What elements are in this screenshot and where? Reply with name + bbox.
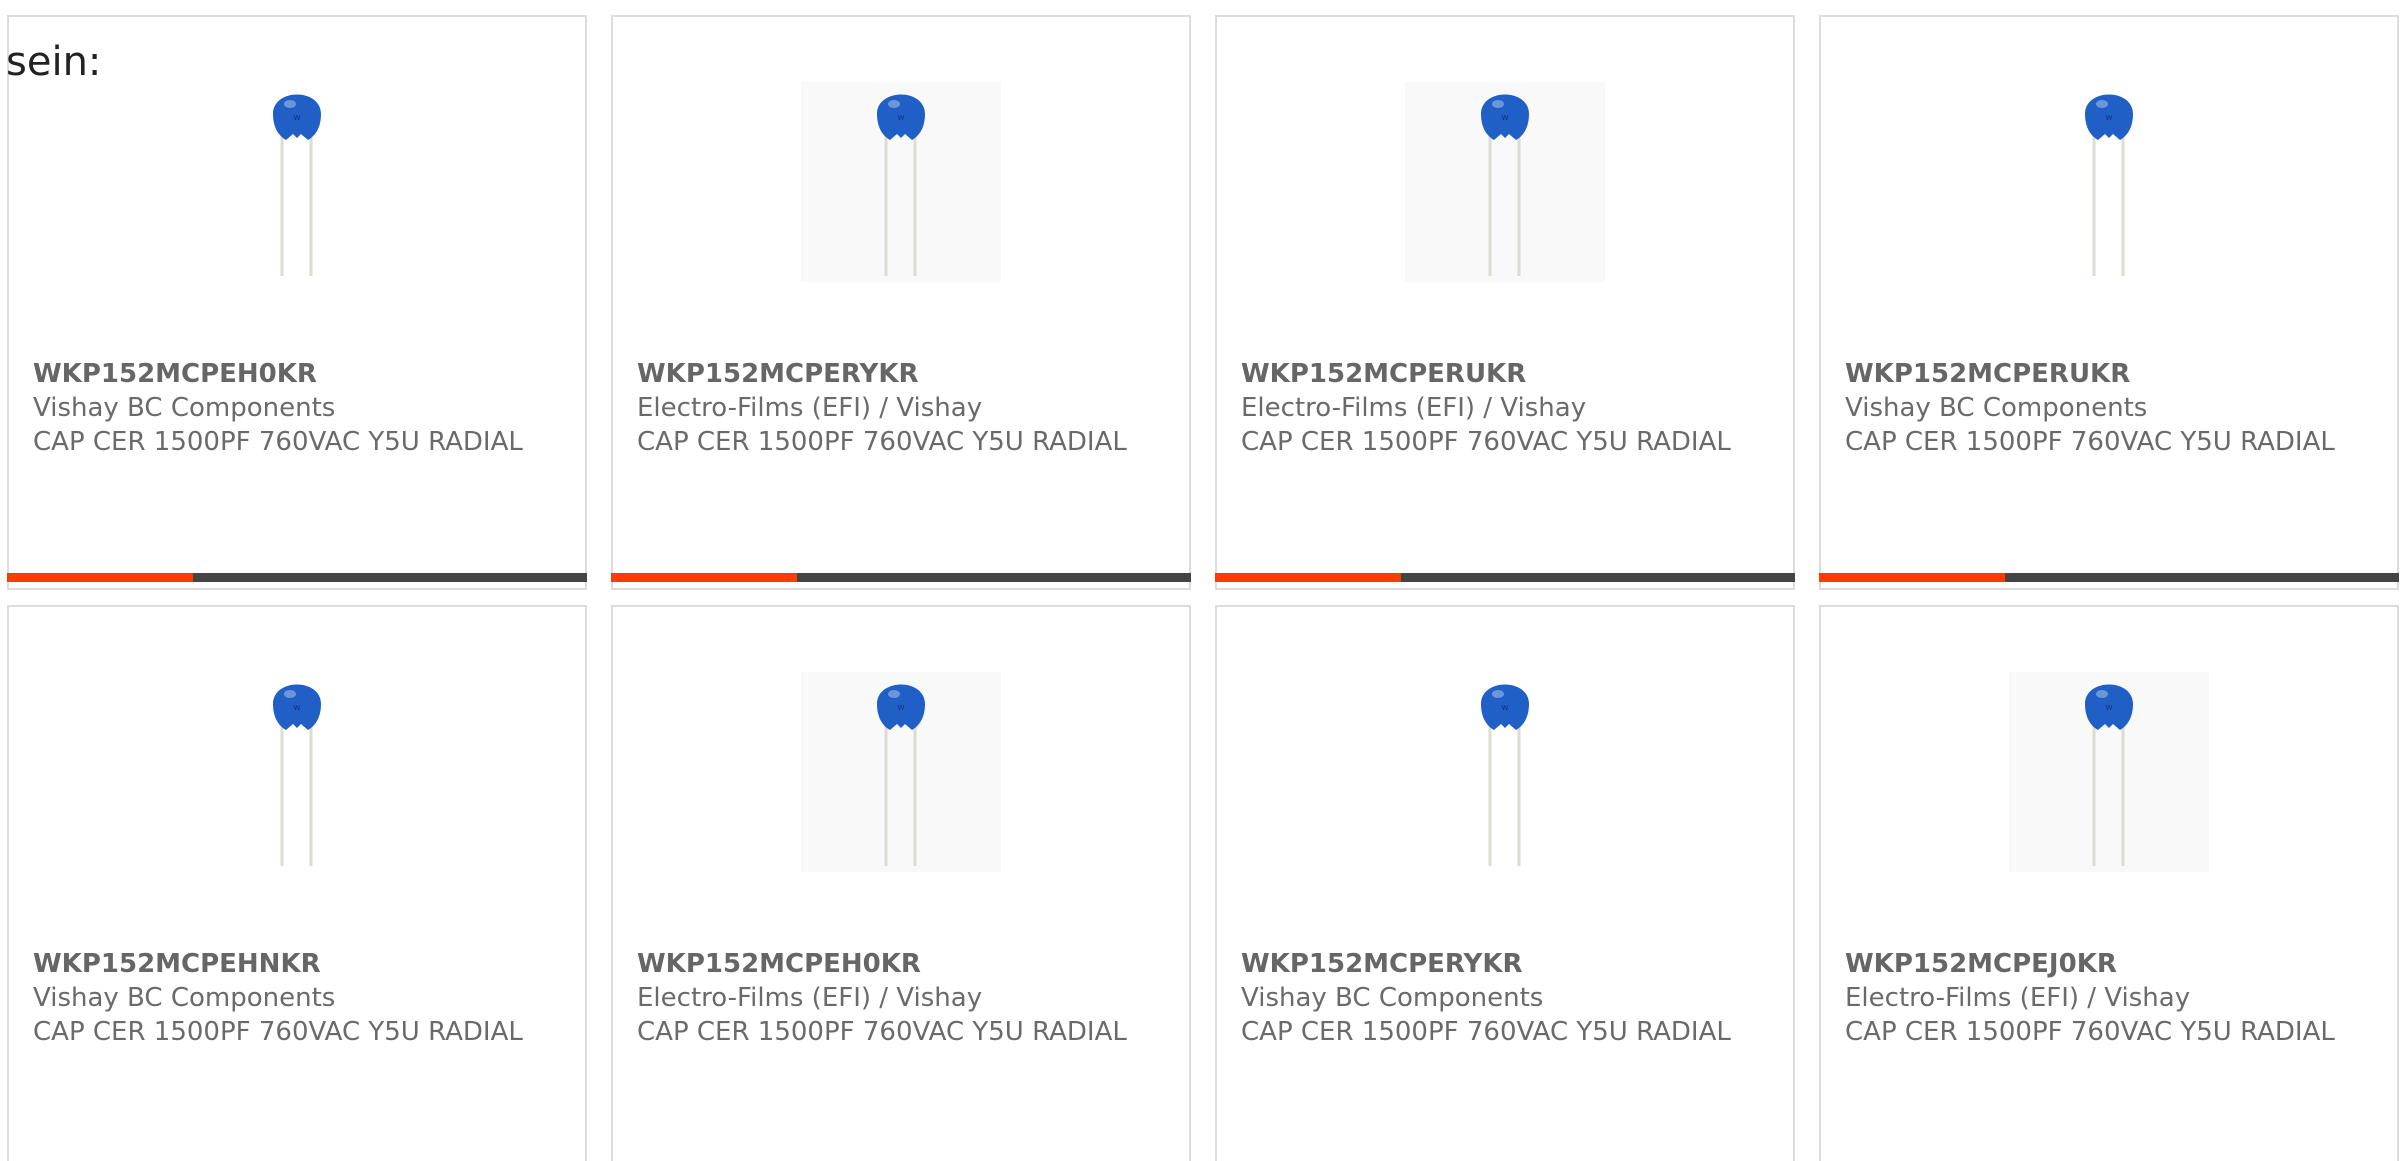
manufacturer: Vishay BC Components	[33, 983, 336, 1013]
manufacturer: Electro-Films (EFI) / Vishay	[637, 983, 983, 1013]
manufacturer: Vishay BC Components	[1845, 393, 2148, 423]
part-number[interactable]: WKP152MCPERUKR	[1241, 357, 1781, 391]
product-description: CAP CER 1500PF 760VAC Y5U RADIAL	[1241, 1017, 1731, 1047]
part-number[interactable]: WKP152MCPERYKR	[1241, 947, 1781, 981]
svg-text:w: w	[897, 703, 904, 713]
product-description: CAP CER 1500PF 760VAC Y5U RADIAL	[33, 1017, 523, 1047]
product-info: WKP152MCPEH0KR Vishay BC Components CAP …	[33, 357, 573, 459]
svg-text:w: w	[293, 703, 300, 713]
progress-fill	[7, 573, 193, 582]
svg-text:w: w	[1501, 703, 1508, 713]
product-info: WKP152MCPERYKR Vishay BC Components CAP …	[1241, 947, 1781, 1049]
manufacturer: Vishay BC Components	[1241, 983, 1544, 1013]
ceramic-capacitor-icon: w	[197, 672, 397, 872]
ceramic-capacitor-icon: w	[197, 82, 397, 282]
part-number[interactable]: WKP152MCPEH0KR	[33, 357, 573, 391]
product-description: CAP CER 1500PF 760VAC Y5U RADIAL	[33, 427, 523, 457]
ceramic-capacitor-icon: w	[801, 82, 1001, 282]
product-info: WKP152MCPERUKR Electro-Films (EFI) / Vis…	[1241, 357, 1781, 459]
manufacturer: Vishay BC Components	[33, 393, 336, 423]
product-card[interactable]: w WKP152MCPERYKR Electro-Films (EFI) / V…	[611, 15, 1191, 590]
progress-bar	[1215, 573, 1795, 582]
product-info: WKP152MCPEHNKR Vishay BC Components CAP …	[33, 947, 573, 1049]
product-description: CAP CER 1500PF 760VAC Y5U RADIAL	[637, 427, 1127, 457]
product-info: WKP152MCPEJ0KR Electro-Films (EFI) / Vis…	[1845, 947, 2385, 1049]
ceramic-capacitor-icon: w	[2009, 82, 2209, 282]
product-description: CAP CER 1500PF 760VAC Y5U RADIAL	[637, 1017, 1127, 1047]
product-card[interactable]: w WKP152MCPERUKR Electro-Films (EFI) / V…	[1215, 15, 1795, 590]
part-number[interactable]: WKP152MCPERUKR	[1845, 357, 2385, 391]
progress-fill	[1215, 573, 1401, 582]
product-info: WKP152MCPERUKR Vishay BC Components CAP …	[1845, 357, 2385, 459]
product-card[interactable]: w WKP152MCPEHNKR Vishay BC Components CA…	[7, 605, 587, 1161]
progress-bar	[7, 573, 587, 582]
part-number[interactable]: WKP152MCPEJ0KR	[1845, 947, 2385, 981]
progress-fill	[611, 573, 797, 582]
svg-text:w: w	[1501, 113, 1508, 123]
product-info: WKP152MCPEH0KR Electro-Films (EFI) / Vis…	[637, 947, 1177, 1049]
part-number[interactable]: WKP152MCPEHNKR	[33, 947, 573, 981]
product-card[interactable]: w WKP152MCPEH0KR Vishay BC Components CA…	[7, 15, 587, 590]
part-number[interactable]: WKP152MCPEH0KR	[637, 947, 1177, 981]
product-description: CAP CER 1500PF 760VAC Y5U RADIAL	[1845, 427, 2335, 457]
product-description: CAP CER 1500PF 760VAC Y5U RADIAL	[1845, 1017, 2335, 1047]
progress-bar	[611, 573, 1191, 582]
product-grid-page: sein: w WKP152MCPEH0KR Vishay BC Compone…	[0, 0, 2400, 1161]
progress-fill	[1819, 573, 2005, 582]
manufacturer: Electro-Films (EFI) / Vishay	[637, 393, 983, 423]
manufacturer: Electro-Films (EFI) / Vishay	[1845, 983, 2191, 1013]
ceramic-capacitor-icon: w	[801, 672, 1001, 872]
product-card[interactable]: w WKP152MCPERYKR Vishay BC Components CA…	[1215, 605, 1795, 1161]
product-description: CAP CER 1500PF 760VAC Y5U RADIAL	[1241, 427, 1731, 457]
section-heading: sein:	[6, 39, 102, 85]
product-card[interactable]: w WKP152MCPEJ0KR Electro-Films (EFI) / V…	[1819, 605, 2399, 1161]
progress-bar	[1819, 573, 2399, 582]
product-info: WKP152MCPERYKR Electro-Films (EFI) / Vis…	[637, 357, 1177, 459]
ceramic-capacitor-icon: w	[1405, 82, 1605, 282]
ceramic-capacitor-icon: w	[1405, 672, 1605, 872]
ceramic-capacitor-icon: w	[2009, 672, 2209, 872]
manufacturer: Electro-Films (EFI) / Vishay	[1241, 393, 1587, 423]
svg-text:w: w	[2105, 703, 2112, 713]
product-card[interactable]: w WKP152MCPERUKR Vishay BC Components CA…	[1819, 15, 2399, 590]
svg-text:w: w	[2105, 113, 2112, 123]
product-card[interactable]: w WKP152MCPEH0KR Electro-Films (EFI) / V…	[611, 605, 1191, 1161]
part-number[interactable]: WKP152MCPERYKR	[637, 357, 1177, 391]
svg-text:w: w	[293, 113, 300, 123]
svg-text:w: w	[897, 113, 904, 123]
